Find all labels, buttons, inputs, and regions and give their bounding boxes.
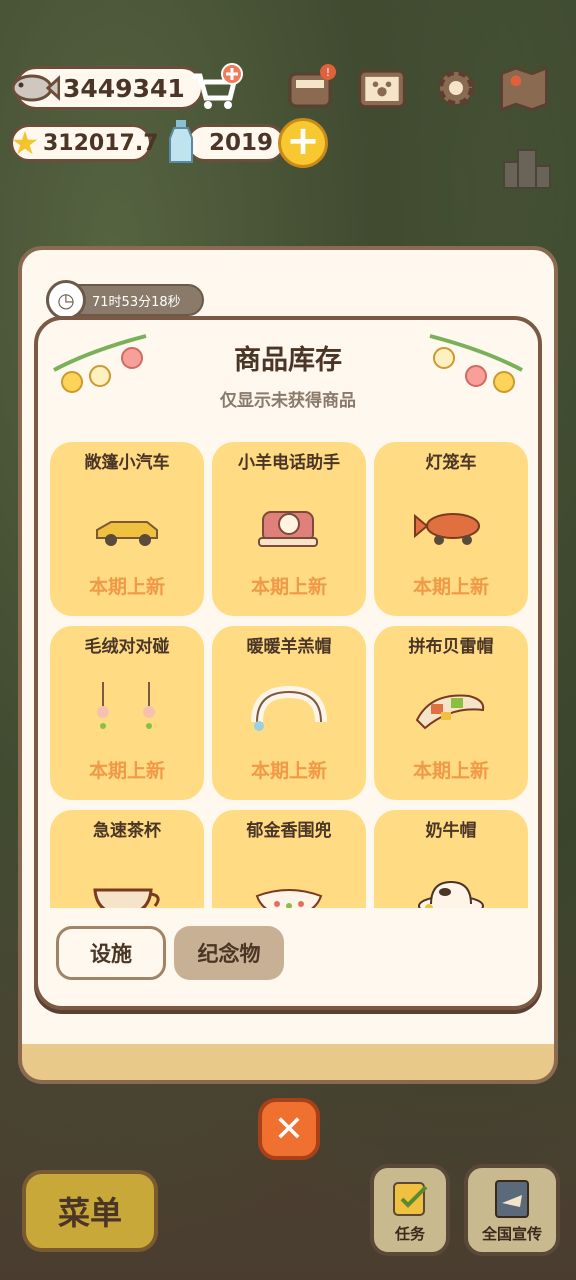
- national-promo-button[interactable]: 全国宣传: [464, 1164, 560, 1256]
- clock-icon: ◷: [46, 280, 86, 320]
- product-card[interactable]: 奶牛帽: [374, 810, 528, 908]
- milk-bottle-icon: [166, 118, 196, 166]
- product-name: 敞篷小汽车: [84, 453, 170, 473]
- product-name: 拼布贝雷帽: [408, 637, 494, 657]
- fish-icon: [10, 66, 60, 110]
- gear-icon[interactable]: [430, 62, 482, 114]
- background-shop-panel-base: [18, 1044, 558, 1084]
- task-checklist-icon: [393, 1182, 428, 1216]
- sheep-phone-icon: [249, 494, 329, 558]
- tulip-bib-icon: [249, 862, 329, 908]
- product-grid[interactable]: 敞篷小汽车 本期上新 小羊电话助手 本期上新 灯笼车 本期上新 毛绒对对碰 本期…: [48, 440, 530, 908]
- task-button[interactable]: 任务: [370, 1164, 450, 1256]
- product-name: 暖暖羊羔帽: [246, 637, 332, 657]
- close-button[interactable]: ✕: [258, 1098, 320, 1160]
- map-icon[interactable]: [498, 62, 550, 114]
- tab-souvenir[interactable]: 纪念物: [174, 926, 284, 980]
- menu-label: 菜单: [57, 1194, 122, 1232]
- lamb-hat-icon: [249, 678, 329, 742]
- new-badge: 本期上新: [412, 576, 489, 598]
- plush-earrings-icon: [87, 678, 167, 742]
- product-name: 灯笼车: [425, 453, 477, 473]
- product-card[interactable]: 毛绒对对碰 本期上新: [50, 626, 204, 800]
- star-icon: ★: [10, 124, 40, 162]
- product-card[interactable]: 灯笼车 本期上新: [374, 442, 528, 616]
- product-card[interactable]: 敞篷小汽车 本期上新: [50, 442, 204, 616]
- bottle-currency-display: 2019: [186, 124, 286, 162]
- lantern-car-icon: [411, 494, 491, 558]
- new-badge: 本期上新: [250, 760, 327, 782]
- convertible-car-icon: [87, 494, 167, 558]
- tab-facility[interactable]: 设施: [56, 926, 166, 980]
- star-count: 312017.7: [43, 130, 159, 156]
- product-name: 奶牛帽: [425, 821, 477, 841]
- product-card[interactable]: 暖暖羊羔帽 本期上新: [212, 626, 366, 800]
- new-badge: 本期上新: [88, 760, 165, 782]
- promo-poster-icon: [495, 1180, 529, 1218]
- menu-button[interactable]: 菜单: [22, 1170, 158, 1252]
- product-name: 毛绒对对碰: [84, 637, 170, 657]
- new-badge: 本期上新: [412, 760, 489, 782]
- product-name: 郁金香围兜: [246, 821, 332, 841]
- refresh-timer-text: 71时53分18秒: [92, 294, 181, 310]
- product-card[interactable]: 拼布贝雷帽 本期上新: [374, 626, 528, 800]
- shop-cart-icon[interactable]: [188, 62, 244, 112]
- product-card[interactable]: 急速茶杯: [50, 810, 204, 908]
- cow-hat-icon: [411, 862, 491, 908]
- svg-text:!: !: [326, 66, 330, 79]
- product-card[interactable]: 郁金香围兜: [212, 810, 366, 908]
- new-badge: 本期上新: [88, 576, 165, 598]
- task-label: 任务: [394, 1225, 425, 1243]
- add-currency-button[interactable]: +: [278, 118, 328, 168]
- product-card[interactable]: 小羊电话助手 本期上新: [212, 442, 366, 616]
- new-badge: 本期上新: [250, 576, 327, 598]
- dialog-subtitle: 仅显示未获得商品: [220, 391, 356, 411]
- fish-count: 3449341: [63, 73, 185, 103]
- promo-label: 全国宣传: [481, 1225, 542, 1243]
- teacup-car-icon: [87, 862, 167, 908]
- mail-icon[interactable]: !: [286, 62, 338, 114]
- ranking-podium-icon[interactable]: [502, 144, 552, 190]
- close-icon: ✕: [273, 1108, 305, 1150]
- bottle-count: 2019: [209, 130, 274, 156]
- product-name: 急速茶杯: [93, 821, 161, 841]
- paw-book-icon[interactable]: [356, 62, 408, 114]
- patchwork-beret-icon: [411, 678, 491, 742]
- product-name: 小羊电话助手: [238, 453, 340, 473]
- dialog-title: 商品库存: [234, 345, 342, 376]
